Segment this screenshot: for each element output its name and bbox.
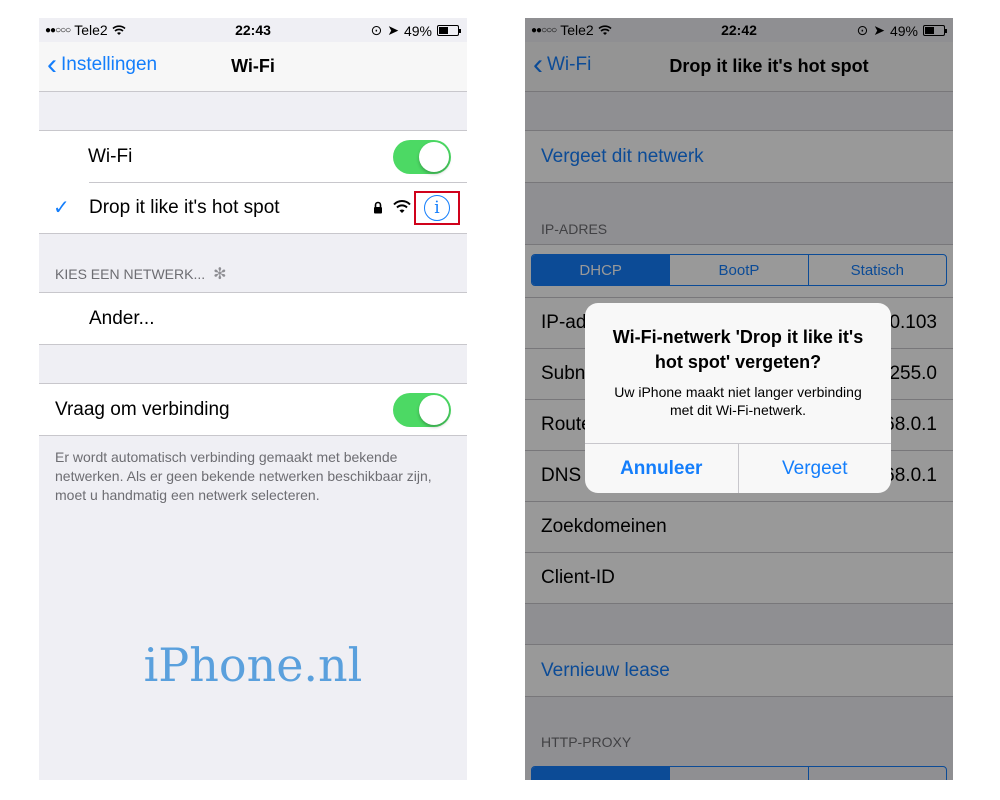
ask-to-join-toggle[interactable] xyxy=(393,393,451,427)
ask-to-join-footer: Er wordt automatisch verbinding gemaakt … xyxy=(55,449,432,503)
checkmark-icon: ✓ xyxy=(53,197,70,219)
wifi-group: Wi-Fi ✓ Drop it like it's hot spot i xyxy=(39,130,467,234)
ask-to-join-label: Vraag om verbinding xyxy=(55,398,230,420)
alert-buttons: Annuleer Vergeet xyxy=(585,443,891,493)
wifi-settings-screen: ●●○○○ Tele2 22:43 ⊙ ➤ 49% ‹ Instellingen… xyxy=(39,18,467,780)
other-network-group: Ander... xyxy=(39,292,467,345)
choose-network-label: KIES EEN NETWERK... xyxy=(55,266,206,282)
forget-button[interactable]: Vergeet xyxy=(737,444,892,493)
toggle-knob xyxy=(419,395,449,425)
status-right: ⊙ ➤ 49% xyxy=(370,22,461,39)
navigation-bar: ‹ Instellingen Wi-Fi xyxy=(39,42,467,92)
page-title: Wi-Fi xyxy=(231,56,275,76)
alert-message: Uw iPhone maakt niet langer verbinding m… xyxy=(614,384,862,418)
wifi-toggle[interactable] xyxy=(393,140,451,174)
toggle-knob xyxy=(419,142,449,172)
location-icon: ➤ xyxy=(387,22,399,38)
ask-to-join-row: Vraag om verbinding xyxy=(39,384,467,435)
other-label: Ander... xyxy=(89,307,155,329)
status-bar: ●●○○○ Tele2 22:43 ⊙ ➤ 49% xyxy=(39,18,467,42)
alert-title: Wi-Fi-netwerk 'Drop it like it's hot spo… xyxy=(612,327,864,372)
choose-network-header: KIES EEN NETWERK... ✻ xyxy=(55,264,227,284)
network-name: Drop it like it's hot spot xyxy=(89,196,280,218)
battery-percent: 49% xyxy=(403,22,432,39)
other-network-row[interactable]: Ander... xyxy=(39,293,467,344)
info-highlight-box: i xyxy=(414,191,460,225)
battery-icon xyxy=(437,25,461,36)
lock-icon xyxy=(374,201,382,214)
watermark-logo: iPhone.nl xyxy=(143,638,363,692)
connected-network-row[interactable]: ✓ Drop it like it's hot spot i xyxy=(39,182,467,233)
ask-to-join-group: Vraag om verbinding xyxy=(39,383,467,436)
cancel-button[interactable]: Annuleer xyxy=(585,444,738,493)
network-detail-screen: ●●○○○ Tele2 22:42 ⊙ ➤ 49% ‹ Wi-Fi Drop i… xyxy=(525,18,953,780)
wifi-label: Wi-Fi xyxy=(88,145,133,167)
wifi-signal-icon xyxy=(393,200,411,213)
spinner-icon: ✻ xyxy=(213,266,227,283)
info-icon[interactable]: i xyxy=(424,195,450,221)
rotation-lock-icon: ⊙ xyxy=(370,22,383,38)
wifi-toggle-row: Wi-Fi xyxy=(39,131,467,182)
forget-network-alert: Wi-Fi-netwerk 'Drop it like it's hot spo… xyxy=(585,303,891,493)
